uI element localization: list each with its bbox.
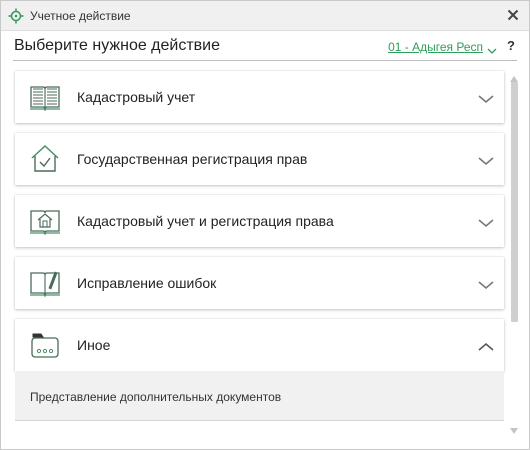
dialog-window: Учетное действие Выберите нужное действи… [0, 0, 530, 450]
action-card-error-correction[interactable]: Исправление ошибок [15, 257, 504, 309]
action-label: Иное [77, 337, 111, 353]
chevron-up-icon[interactable] [478, 339, 494, 351]
action-label: Кадастровый учет и регистрация права [77, 213, 334, 229]
house-check-icon [29, 144, 61, 174]
action-card-other[interactable]: Иное [15, 319, 504, 371]
open-book-icon [29, 82, 61, 112]
window-title: Учетное действие [30, 9, 131, 23]
help-button[interactable]: ? [507, 38, 515, 53]
vertical-scrollbar[interactable] [509, 65, 519, 434]
action-label: Государственная регистрация прав [77, 151, 308, 167]
action-card-cadastral[interactable]: Кадастровый учет [15, 71, 504, 123]
page-title: Выберите нужное действие [14, 37, 221, 54]
title-bar: Учетное действие [1, 1, 529, 31]
chevron-down-icon[interactable] [478, 91, 494, 104]
chevron-down-icon[interactable] [478, 153, 494, 166]
scroll-down-arrow-icon[interactable] [510, 421, 518, 434]
action-label: Исправление ошибок [77, 275, 217, 291]
crosshair-target-icon [8, 8, 24, 24]
close-icon[interactable] [505, 7, 521, 23]
action-card-rights-registration[interactable]: Государственная регистрация прав [15, 133, 504, 185]
book-house-icon [29, 206, 61, 236]
scroll-up-arrow-icon[interactable] [510, 69, 518, 82]
scrollbar-thumb[interactable] [511, 82, 518, 322]
sub-item-additional-documents[interactable]: Представление дополнительных документов [30, 390, 281, 404]
folder-dots-icon [29, 330, 61, 360]
action-card-cadastral-and-registration[interactable]: Кадастровый учет и регистрация права [15, 195, 504, 247]
expanded-panel-other: Представление дополнительных документов [15, 371, 504, 421]
region-selector[interactable]: 01 - Адыгея Респ [388, 40, 483, 54]
actions-list: Кадастровый учет Государственная регистр… [13, 65, 507, 433]
book-pen-icon [29, 268, 61, 298]
chevron-down-icon[interactable] [478, 277, 494, 290]
dialog-header: Выберите нужное действие 01 - Адыгея Рес… [13, 31, 517, 61]
chevron-down-icon[interactable] [478, 215, 494, 228]
chevron-down-icon[interactable] [487, 42, 497, 54]
action-label: Кадастровый учет [77, 89, 196, 105]
